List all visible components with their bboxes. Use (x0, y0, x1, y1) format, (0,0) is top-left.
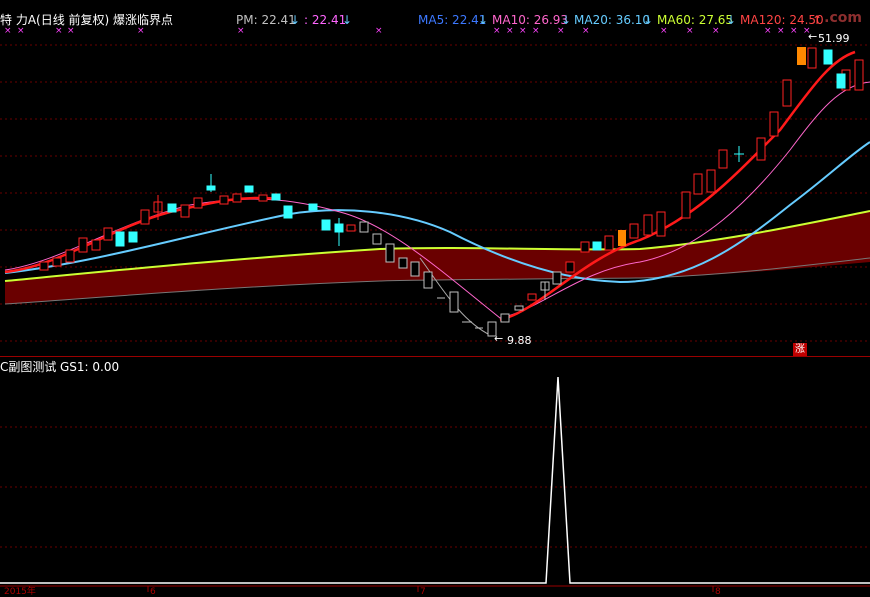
sub-indicator-chart[interactable] (0, 357, 870, 597)
x-axis-label-year: 2015年 (4, 587, 36, 597)
x-axis-label-6: 6 (150, 587, 156, 597)
high-price-label: 51.99 (818, 32, 850, 45)
sub-grid (0, 426, 870, 548)
zhang-badge: 涨 (793, 343, 807, 357)
gs1-line (0, 376, 870, 584)
low-arrow-icon: ← (494, 332, 504, 345)
main-grid (0, 44, 870, 342)
main-kline-chart[interactable] (0, 0, 870, 357)
low-price-label: 9.88 (507, 334, 532, 347)
high-arrow-icon: ← (808, 30, 818, 43)
x-axis-label-8: 8 (715, 587, 721, 597)
x-axis-label-7: 7 (420, 587, 426, 597)
